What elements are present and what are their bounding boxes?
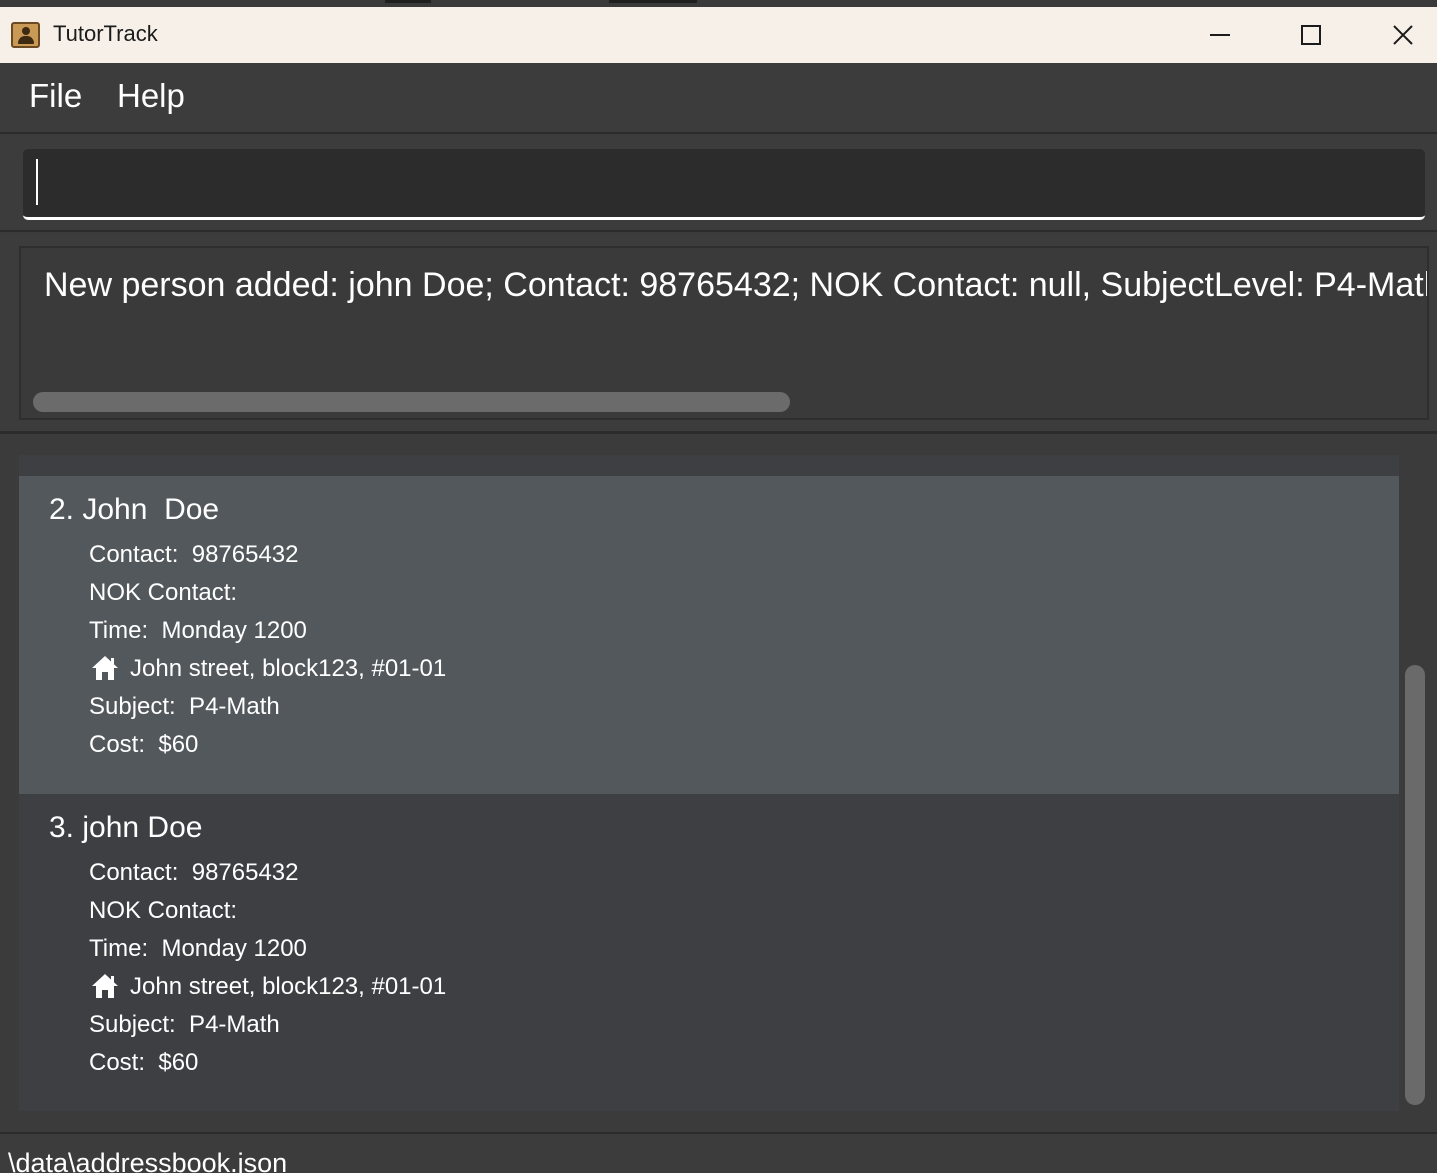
menu-help[interactable]: Help [117, 77, 185, 115]
person-address: John street, block123, #01-01 [130, 973, 447, 1000]
person-cost: Cost: $60 [89, 1049, 199, 1076]
horizontal-scrollbar[interactable] [33, 392, 790, 412]
close-icon [1393, 25, 1413, 45]
result-area: New person added: john Doe; Contact: 987… [0, 234, 1437, 434]
result-text: New person added: john Doe; Contact: 987… [44, 266, 1429, 304]
text-caret [36, 159, 38, 205]
taskbar-segment [385, 0, 431, 3]
person-contact: Contact: 98765432 [89, 541, 299, 568]
menu-bar: File Help [0, 63, 1437, 134]
taskbar-segment [609, 0, 697, 3]
person-subject: Subject: P4-Math [89, 1011, 280, 1038]
person-nok-contact: NOK Contact: [89, 897, 238, 924]
person-contact: Contact: 98765432 [89, 859, 299, 886]
minimize-button[interactable] [1175, 7, 1265, 63]
home-icon [92, 656, 118, 680]
save-file-path: \data\addressbook.json [8, 1148, 288, 1173]
person-subject: Subject: P4-Math [89, 693, 280, 720]
taskbar-strip [0, 0, 1437, 7]
minimize-icon [1210, 34, 1230, 36]
person-list-panel: 2. John Doe Contact: 98765432 NOK Contac… [0, 437, 1437, 1132]
status-bar: \data\addressbook.json [0, 1132, 1437, 1173]
menu-file[interactable]: File [29, 77, 82, 115]
command-input[interactable] [23, 149, 1425, 220]
person-card[interactable]: 3. john Doe Contact: 98765432 NOK Contac… [19, 794, 1399, 1111]
person-name: 2. John Doe [49, 493, 220, 526]
person-time: Time: Monday 1200 [89, 617, 307, 644]
person-nok-contact: NOK Contact: [89, 579, 238, 606]
close-button[interactable] [1358, 7, 1437, 63]
title-bar[interactable]: TutorTrack [0, 7, 1437, 63]
home-icon [92, 974, 118, 998]
contact-book-icon [11, 22, 40, 48]
maximize-button[interactable] [1266, 7, 1356, 63]
person-time: Time: Monday 1200 [89, 935, 307, 962]
person-name: 3. john Doe [49, 811, 203, 844]
vertical-scrollbar[interactable] [1405, 665, 1425, 1105]
window-title: TutorTrack [53, 21, 158, 46]
result-display[interactable]: New person added: john Doe; Contact: 987… [19, 246, 1429, 420]
person-list[interactable]: 2. John Doe Contact: 98765432 NOK Contac… [19, 455, 1399, 1111]
maximize-icon [1301, 25, 1321, 45]
person-address: John street, block123, #01-01 [130, 655, 447, 682]
person-card[interactable]: 2. John Doe Contact: 98765432 NOK Contac… [19, 476, 1399, 794]
command-area [0, 136, 1437, 232]
person-cost: Cost: $60 [89, 731, 199, 758]
